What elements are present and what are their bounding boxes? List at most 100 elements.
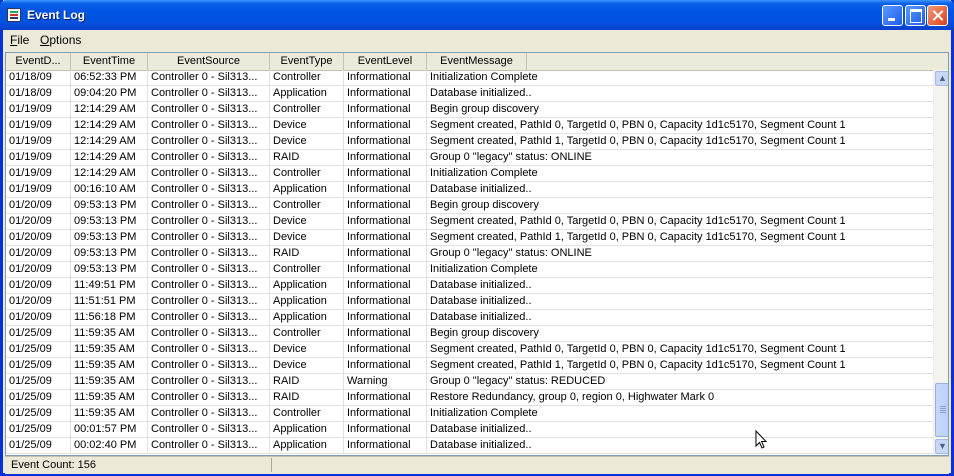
- table-row[interactable]: 01/25/09 11:59:35 AM Controller 0 - Sil313…: [6, 406, 933, 422]
- event-level-cell: Informational: [344, 422, 427, 437]
- event-type-cell: Controller: [270, 326, 344, 341]
- event-source-cell: Controller 0 - Sil313...: [148, 230, 270, 245]
- event-source-cell: Controller 0 - Sil313...: [148, 310, 270, 325]
- column-header-event-type[interactable]: EventType: [270, 53, 344, 70]
- event-time-cell: 09:53:13 PM: [71, 198, 148, 213]
- event-time-cell: 12:14:29 AM: [71, 102, 148, 117]
- event-type-cell: Application: [270, 182, 344, 197]
- event-type-cell: Controller: [270, 262, 344, 277]
- menu-options[interactable]: Options: [40, 33, 81, 47]
- event-source-cell: Controller 0 - Sil313...: [148, 374, 270, 389]
- event-type-cell: Application: [270, 422, 344, 437]
- event-date-cell: 01/20/09: [6, 230, 71, 245]
- event-source-cell: Controller 0 - Sil313...: [148, 214, 270, 229]
- event-type-cell: Application: [270, 294, 344, 309]
- event-level-cell: Informational: [344, 390, 427, 405]
- event-date-cell: 01/25/09: [6, 342, 71, 357]
- table-row[interactable]: 01/25/09 00:01:57 PM Controller 0 - Sil313…: [6, 422, 933, 438]
- table-row[interactable]: 01/20/09 09:53:13 PM Controller 0 - Sil313…: [6, 198, 933, 214]
- table-row[interactable]: 01/25/09 00:02:40 PM Controller 0 - Sil313…: [6, 438, 933, 454]
- minimize-button[interactable]: [882, 5, 903, 26]
- table-row[interactable]: 01/19/09 00:16:10 AM Controller 0 - Sil313…: [6, 182, 933, 198]
- event-level-cell: Informational: [344, 198, 427, 213]
- event-time-cell: 11:59:35 AM: [71, 374, 148, 389]
- table-row[interactable]: 01/20/09 11:51:51 PM Controller 0 - Sil313…: [6, 294, 933, 310]
- event-date-cell: 01/18/09: [6, 86, 71, 101]
- scroll-up-button[interactable]: ▲: [935, 71, 948, 86]
- event-level-cell: Informational: [344, 278, 427, 293]
- table-row[interactable]: 01/20/09 09:53:13 PM Controller 0 - Sil313…: [6, 214, 933, 230]
- table-row[interactable]: 01/25/09 11:59:35 AM Controller 0 - Sil313…: [6, 358, 933, 374]
- event-count-label: Event Count: 156: [11, 459, 97, 471]
- table-row[interactable]: 01/18/09 09:04:20 PM Controller 0 - Sil313…: [6, 86, 933, 102]
- table-row[interactable]: 01/19/09 12:14:29 AM Controller 0 - Sil313…: [6, 150, 933, 166]
- event-date-cell: 01/25/09: [6, 422, 71, 437]
- event-date-cell: 01/20/09: [6, 310, 71, 325]
- event-time-cell: 12:14:29 AM: [71, 166, 148, 181]
- table-row[interactable]: 01/20/09 11:56:18 PM Controller 0 - Sil313…: [6, 310, 933, 326]
- column-header-event-message[interactable]: EventMessage: [427, 53, 527, 70]
- event-level-cell: Informational: [344, 310, 427, 325]
- event-message-cell: Database initialized..: [430, 439, 532, 451]
- table-row[interactable]: 01/20/09 09:53:13 PM Controller 0 - Sil313…: [6, 230, 933, 246]
- event-level-cell: Informational: [344, 70, 427, 85]
- column-header-event-date[interactable]: EventD...: [6, 53, 71, 70]
- event-message-cell: Database initialized..: [430, 423, 532, 435]
- menu-file[interactable]: File: [10, 33, 29, 47]
- table-row[interactable]: 01/25/09 11:59:35 AM Controller 0 - Sil313…: [6, 390, 933, 406]
- mouse-pointer-icon: [755, 430, 768, 449]
- event-type-cell: RAID: [270, 246, 344, 261]
- event-message-cell: Initialization Complete: [430, 71, 538, 83]
- event-message-cell: Database initialized..: [430, 87, 532, 99]
- table-row[interactable]: 01/25/09 11:59:35 AM Controller 0 - Sil313…: [6, 342, 933, 358]
- event-date-cell: 01/19/09: [6, 134, 71, 149]
- column-header-event-level[interactable]: EventLevel: [344, 53, 427, 70]
- title-bar[interactable]: Event Log: [0, 0, 954, 30]
- event-source-cell: Controller 0 - Sil313...: [148, 422, 270, 437]
- event-type-cell: Device: [270, 358, 344, 373]
- table-row[interactable]: 01/19/09 12:14:29 AM Controller 0 - Sil313…: [6, 118, 933, 134]
- table-row[interactable]: 01/20/09 09:53:13 PM Controller 0 - Sil313…: [6, 262, 933, 278]
- table-row[interactable]: 01/19/09 12:14:29 AM Controller 0 - Sil313…: [6, 166, 933, 182]
- event-type-cell: RAID: [270, 374, 344, 389]
- event-date-cell: 01/20/09: [6, 198, 71, 213]
- event-source-cell: Controller 0 - Sil313...: [148, 166, 270, 181]
- event-level-cell: Informational: [344, 294, 427, 309]
- scroll-down-button[interactable]: ▼: [935, 439, 948, 454]
- event-list[interactable]: EventD... EventTime EventSource EventTyp…: [5, 52, 949, 456]
- scroll-thumb[interactable]: [935, 383, 948, 437]
- event-time-cell: 11:59:35 AM: [71, 326, 148, 341]
- table-row[interactable]: 01/20/09 11:49:51 PM Controller 0 - Sil313…: [6, 278, 933, 294]
- event-message-cell: Begin group discovery: [430, 103, 539, 115]
- table-row[interactable]: 01/18/09 06:52:33 PM Controller 0 - Sil313…: [6, 70, 933, 86]
- event-message-cell: Restore Redundancy, group 0, region 0, H…: [430, 391, 715, 403]
- event-type-cell: Device: [270, 342, 344, 357]
- event-level-cell: Informational: [344, 150, 427, 165]
- table-row[interactable]: 01/25/09 11:59:35 AM Controller 0 - Sil313…: [6, 374, 933, 390]
- event-time-cell: 09:53:13 PM: [71, 246, 148, 261]
- event-message-cell: Segment created, PathId 0, TargetId 0, P…: [430, 215, 846, 227]
- table-row[interactable]: 01/19/09 12:14:29 AM Controller 0 - Sil313…: [6, 102, 933, 118]
- event-time-cell: 11:59:35 AM: [71, 358, 148, 373]
- event-level-cell: Warning: [344, 374, 427, 389]
- event-type-cell: Device: [270, 230, 344, 245]
- event-source-cell: Controller 0 - Sil313...: [148, 102, 270, 117]
- column-header-event-time[interactable]: EventTime: [71, 53, 148, 70]
- event-time-cell: 00:02:40 PM: [71, 438, 148, 453]
- event-log-app-icon[interactable]: [7, 8, 21, 22]
- event-source-cell: Controller 0 - Sil313...: [148, 294, 270, 309]
- event-date-cell: 01/20/09: [6, 294, 71, 309]
- event-date-cell: 01/25/09: [6, 374, 71, 389]
- event-time-cell: 11:56:18 PM: [71, 310, 148, 325]
- column-header-event-source[interactable]: EventSource: [148, 53, 270, 70]
- vertical-scrollbar[interactable]: ▲ ▼: [933, 70, 948, 455]
- event-type-cell: Device: [270, 118, 344, 133]
- event-time-cell: 06:52:33 PM: [71, 70, 148, 85]
- close-button[interactable]: [927, 5, 948, 26]
- table-row[interactable]: 01/20/09 09:53:13 PM Controller 0 - Sil313…: [6, 246, 933, 262]
- maximize-button[interactable]: [905, 5, 926, 26]
- event-level-cell: Informational: [344, 358, 427, 373]
- table-row[interactable]: 01/25/09 11:59:35 AM Controller 0 - Sil313…: [6, 326, 933, 342]
- event-time-cell: 00:16:10 AM: [71, 182, 148, 197]
- table-row[interactable]: 01/19/09 12:14:29 AM Controller 0 - Sil313…: [6, 134, 933, 150]
